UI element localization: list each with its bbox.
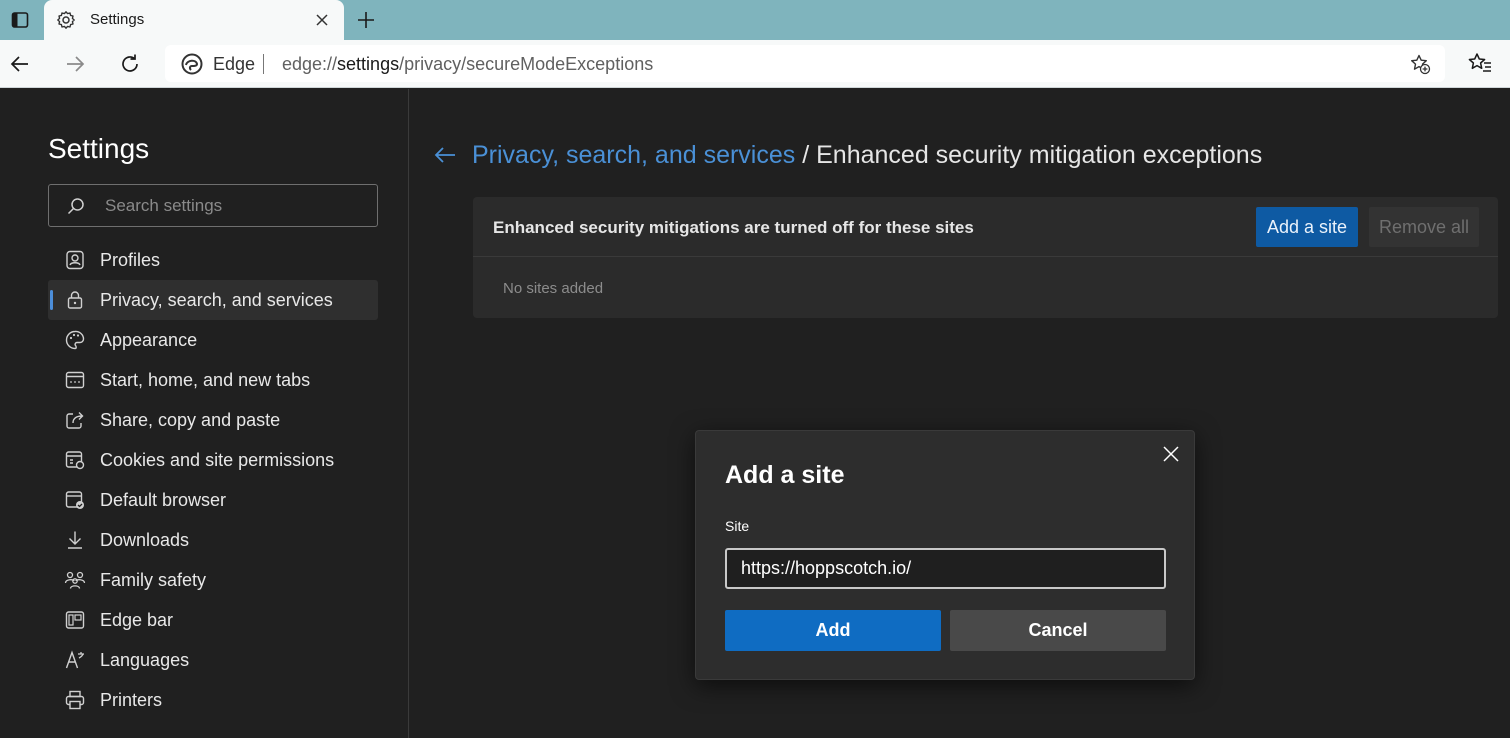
address-url[interactable]: edge://settings/privacy/secureModeExcept… bbox=[282, 54, 653, 75]
back-button[interactable] bbox=[6, 50, 34, 78]
sidebar-item-family-safety[interactable]: Family safety bbox=[48, 560, 378, 600]
forward-button[interactable] bbox=[61, 50, 89, 78]
share-icon bbox=[66, 412, 84, 429]
remove-all-button[interactable]: Remove all bbox=[1369, 207, 1479, 247]
sidebar-item-start-home[interactable]: Start, home, and new tabs bbox=[48, 360, 378, 400]
browser-toolbar: Edge edge://settings/privacy/secureModeE… bbox=[0, 40, 1510, 88]
site-field-label: Site bbox=[725, 518, 750, 534]
empty-state-text: No sites added bbox=[503, 280, 604, 297]
edge-logo-icon bbox=[181, 53, 203, 75]
breadcrumb-separator: / bbox=[795, 141, 817, 169]
sidebar-item-edge-bar[interactable]: Edge bar bbox=[48, 600, 378, 640]
edge-bar-icon bbox=[65, 611, 85, 629]
sidebar-item-profiles[interactable]: Profiles bbox=[48, 240, 378, 280]
sidebar-item-label: Printers bbox=[100, 690, 163, 710]
breadcrumb-parent-link[interactable]: Privacy, search, and services bbox=[472, 141, 795, 169]
add-site-dialog: Add a site Site Add Cancel bbox=[695, 430, 1195, 680]
address-brand: Edge bbox=[213, 54, 256, 74]
tab-settings[interactable]: Settings bbox=[44, 0, 344, 40]
sidebar-item-label: Cookies and site permissions bbox=[100, 450, 335, 470]
sidebar-item-cookies[interactable]: Cookies and site permissions bbox=[48, 440, 378, 480]
url-scheme: edge:// bbox=[282, 54, 338, 74]
close-tab-icon[interactable] bbox=[312, 10, 332, 30]
printer-icon bbox=[65, 690, 85, 710]
dialog-title: Add a site bbox=[725, 461, 845, 489]
sidebar-item-languages[interactable]: Languages bbox=[48, 640, 378, 680]
search-icon bbox=[67, 198, 84, 215]
profile-icon bbox=[66, 250, 84, 270]
sidebar-item-default-browser[interactable]: Default browser bbox=[48, 480, 378, 520]
search-settings-input[interactable] bbox=[105, 195, 365, 217]
url-path: /privacy/secureModeExceptions bbox=[399, 54, 654, 74]
family-icon bbox=[64, 571, 86, 589]
lock-icon bbox=[67, 291, 83, 309]
tab-actions-icon bbox=[11, 12, 29, 28]
address-bar[interactable]: Edge edge://settings/privacy/secureModeE… bbox=[165, 45, 1445, 82]
sidebar-item-printers[interactable]: Printers bbox=[48, 680, 378, 720]
cancel-button[interactable]: Cancel bbox=[950, 610, 1166, 651]
default-browser-icon bbox=[65, 491, 84, 509]
sidebar-item-share[interactable]: Share, copy and paste bbox=[48, 400, 378, 440]
card-title: Enhanced security mitigations are turned… bbox=[493, 218, 974, 237]
sidebar-item-label: Appearance bbox=[100, 330, 198, 350]
add-a-site-button[interactable]: Add a site bbox=[1256, 207, 1358, 247]
sidebar-item-label: Share, copy and paste bbox=[100, 410, 281, 430]
refresh-button[interactable] bbox=[116, 50, 144, 78]
back-arrow-icon[interactable] bbox=[432, 142, 458, 168]
search-settings-box[interactable] bbox=[48, 184, 378, 227]
settings-title: Settings bbox=[48, 133, 150, 164]
home-tabs-icon bbox=[65, 371, 85, 389]
selection-indicator bbox=[50, 290, 53, 310]
sidebar-item-label: Privacy, search, and services bbox=[100, 290, 333, 310]
add-button[interactable]: Add bbox=[725, 610, 941, 651]
exceptions-card: Enhanced security mitigations are turned… bbox=[473, 197, 1498, 318]
palette-icon bbox=[65, 330, 85, 350]
languages-icon bbox=[65, 650, 84, 669]
refresh-icon bbox=[122, 54, 138, 72]
card-header: Enhanced security mitigations are turned… bbox=[473, 197, 1498, 257]
sidebar-item-label: Start, home, and new tabs bbox=[100, 370, 311, 390]
page-title: Enhanced security mitigation exceptions bbox=[816, 141, 1263, 169]
breadcrumb: Privacy, search, and services / Enhanced… bbox=[472, 141, 1262, 170]
settings-sidebar: Settings Profiles Privacy, search, and s… bbox=[0, 89, 409, 738]
sidebar-item-label: Edge bar bbox=[100, 610, 174, 630]
sidebar-item-label: Default browser bbox=[100, 490, 227, 510]
tab-title: Settings bbox=[90, 11, 145, 28]
back-arrow-icon bbox=[10, 56, 28, 72]
sidebar-item-downloads[interactable]: Downloads bbox=[48, 520, 378, 560]
plus-icon bbox=[358, 12, 374, 28]
sidebar-item-label: Family safety bbox=[100, 570, 207, 590]
tab-strip: Settings bbox=[0, 0, 1510, 40]
site-input[interactable] bbox=[725, 548, 1166, 589]
sidebar-item-label: Languages bbox=[100, 650, 190, 670]
gear-icon bbox=[57, 11, 75, 29]
download-icon bbox=[68, 531, 82, 549]
sidebar-item-privacy[interactable]: Privacy, search, and services bbox=[48, 280, 378, 320]
sidebar-item-appearance[interactable]: Appearance bbox=[48, 320, 378, 360]
url-host: settings bbox=[337, 54, 400, 74]
address-separator bbox=[263, 54, 264, 74]
favorites-icon[interactable] bbox=[1466, 50, 1494, 78]
cookies-icon bbox=[65, 451, 85, 470]
tab-actions-button[interactable] bbox=[0, 0, 40, 40]
new-tab-button[interactable] bbox=[352, 6, 380, 34]
forward-arrow-icon bbox=[67, 56, 85, 72]
add-favorite-icon[interactable] bbox=[1409, 53, 1431, 75]
sidebar-item-label: Downloads bbox=[100, 530, 190, 550]
settings-nav: Profiles Privacy, search, and services A… bbox=[48, 240, 378, 720]
close-icon[interactable] bbox=[1160, 443, 1182, 465]
sidebar-item-label: Profiles bbox=[100, 250, 161, 270]
